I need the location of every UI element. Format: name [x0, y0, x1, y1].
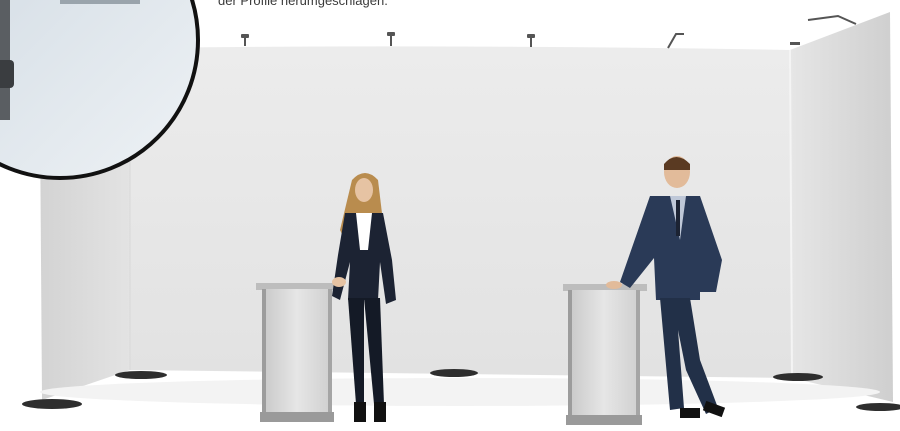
wall-base-right-back	[773, 373, 823, 381]
wall-base-center	[430, 369, 478, 377]
counter-right	[563, 284, 647, 425]
wall-base-right	[856, 403, 900, 411]
wall-base-left	[22, 399, 82, 409]
exhibition-scene: der Profile herumgeschlagen.	[0, 0, 900, 426]
counter-left	[256, 283, 336, 422]
wall-base-left-back	[115, 371, 167, 379]
right-wall	[790, 12, 893, 402]
exhibition-illustration	[0, 0, 900, 425]
lamp-icon	[241, 14, 857, 49]
caption-text: der Profile herumgeschlagen.	[218, 0, 388, 8]
